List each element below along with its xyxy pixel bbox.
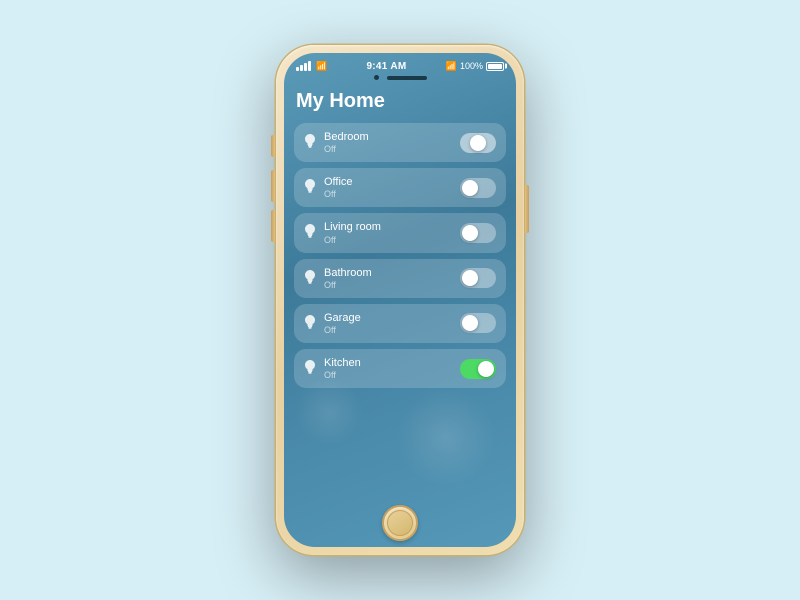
room-left-kitchen: KitchenOff [304,357,361,380]
top-notch-area [284,75,516,82]
toggle-knob-office [462,180,478,196]
room-item-garage: GarageOff [294,304,506,343]
room-info-bathroom: BathroomOff [324,267,372,290]
status-left: 📶 [296,61,327,72]
room-name-livingroom: Living room [324,221,381,234]
toggle-knob-bathroom [462,270,478,286]
front-camera [374,75,379,80]
bulb-icon-livingroom [304,224,316,241]
room-status-livingroom: Off [324,235,381,245]
bluetooth-icon: 📶 [446,61,457,72]
battery-icon [486,62,504,71]
speaker-grill [387,76,427,80]
room-list: BedroomOff OfficeOff Living roomOff Bath… [294,123,506,388]
room-left-bathroom: BathroomOff [304,267,372,290]
toggle-office[interactable] [460,178,496,198]
room-status-bedroom: Off [324,144,369,154]
toggle-knob-kitchen [478,361,494,377]
toggle-knob-bedroom [470,135,486,151]
room-info-office: OfficeOff [324,176,353,199]
power-button[interactable] [525,185,529,233]
room-name-kitchen: Kitchen [324,357,361,370]
home-button[interactable] [382,505,418,541]
bulb-icon-garage [304,315,316,332]
app-content: My Home BedroomOff OfficeOff Living room… [284,82,516,499]
toggle-bathroom[interactable] [460,268,496,288]
phone-outer: 📶 9:41 AM 📶 100% My Home [276,45,524,555]
room-status-kitchen: Off [324,370,361,380]
room-info-bedroom: BedroomOff [324,131,369,154]
volume-up-button[interactable] [271,170,275,202]
room-info-livingroom: Living roomOff [324,221,381,244]
toggle-bedroom[interactable] [460,133,496,153]
battery-percentage: 100% [460,61,483,71]
volume-down-button[interactable] [271,210,275,242]
bulb-icon-office [304,179,316,196]
home-button-area [284,499,516,547]
room-item-bathroom: BathroomOff [294,259,506,298]
page-title: My Home [294,90,506,113]
status-right: 📶 100% [446,61,504,72]
bulb-icon-kitchen [304,360,316,377]
bulb-icon-bathroom [304,270,316,287]
home-button-inner [387,510,413,536]
room-info-kitchen: KitchenOff [324,357,361,380]
room-item-bedroom: BedroomOff [294,123,506,162]
room-left-office: OfficeOff [304,176,353,199]
room-left-livingroom: Living roomOff [304,221,381,244]
phone-screen: 📶 9:41 AM 📶 100% My Home [284,53,516,547]
silent-button[interactable] [271,135,275,157]
room-name-garage: Garage [324,312,361,325]
room-status-garage: Off [324,325,361,335]
room-name-bedroom: Bedroom [324,131,369,144]
toggle-livingroom[interactable] [460,223,496,243]
bulb-icon-bedroom [304,134,316,151]
room-status-bathroom: Off [324,280,372,290]
toggle-kitchen[interactable] [460,359,496,379]
room-item-livingroom: Living roomOff [294,213,506,252]
room-name-office: Office [324,176,353,189]
room-status-office: Off [324,189,353,199]
status-time: 9:41 AM [366,61,406,72]
room-left-bedroom: BedroomOff [304,131,369,154]
room-item-office: OfficeOff [294,168,506,207]
status-bar: 📶 9:41 AM 📶 100% [284,53,516,75]
wifi-icon: 📶 [316,61,327,72]
toggle-knob-livingroom [462,225,478,241]
toggle-garage[interactable] [460,313,496,333]
room-item-kitchen: KitchenOff [294,349,506,388]
toggle-knob-garage [462,315,478,331]
battery-fill [488,64,502,69]
room-info-garage: GarageOff [324,312,361,335]
signal-bars-icon [296,61,311,71]
room-left-garage: GarageOff [304,312,361,335]
room-name-bathroom: Bathroom [324,267,372,280]
